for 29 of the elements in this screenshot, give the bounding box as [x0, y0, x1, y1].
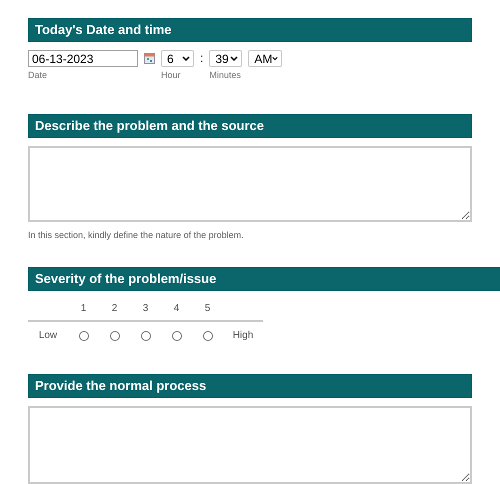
- high-label: High: [232, 330, 254, 341]
- date-field[interactable]: 06-13-2023: [28, 50, 138, 67]
- ampm-select[interactable]: AM: [248, 50, 282, 67]
- date-label: Date: [28, 70, 48, 80]
- radio-button[interactable]: [110, 330, 120, 340]
- radio-button[interactable]: [172, 330, 182, 340]
- section-header: Describe the problem and the source: [28, 114, 472, 138]
- section-header: Severity of the problem/issue: [28, 267, 500, 291]
- caret-icon: [272, 56, 278, 61]
- scale-number: 4: [174, 303, 180, 314]
- minutes-label: Minutes: [209, 70, 242, 80]
- scale-number: 3: [142, 303, 148, 314]
- time-separator: :: [200, 50, 204, 67]
- calendar-icon[interactable]: [144, 53, 155, 64]
- section-header: Today's Date and time: [28, 18, 472, 42]
- hour-select[interactable]: 6: [161, 50, 194, 67]
- section-header: Provide the normal process: [28, 374, 472, 398]
- caret-icon: [230, 56, 238, 61]
- caret-icon: [182, 56, 190, 61]
- scale-number: 2: [112, 303, 118, 314]
- helper-text: In this section, kindly define the nature of the problem.: [28, 230, 245, 240]
- radio-button[interactable]: [140, 330, 150, 340]
- radio-button[interactable]: [78, 330, 88, 340]
- minutes-select[interactable]: 39: [209, 50, 242, 67]
- low-label: Low: [38, 330, 58, 341]
- hour-label: Hour: [161, 70, 182, 80]
- scale-number: 1: [80, 303, 86, 314]
- radio-button[interactable]: [202, 330, 212, 340]
- scale-number: 5: [204, 303, 210, 314]
